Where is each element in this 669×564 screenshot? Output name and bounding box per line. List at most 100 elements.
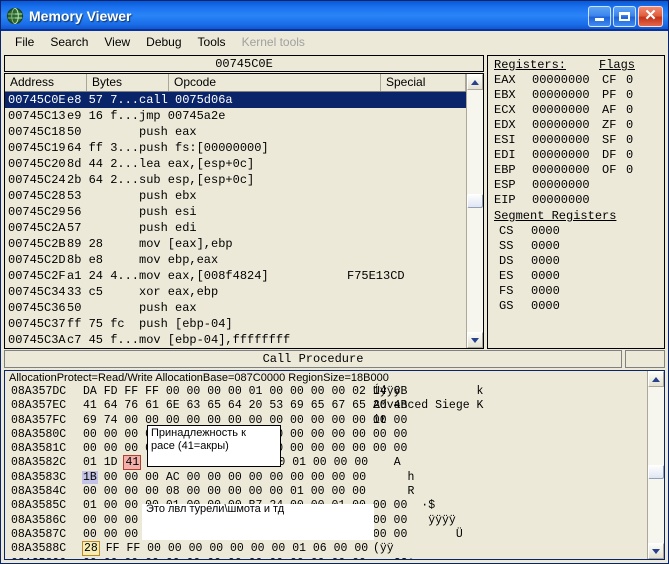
column-header-special[interactable]: Special [381, 74, 466, 91]
hexdump-bytes[interactable]: 41 64 76 61 6E 63 65 64 20 53 69 65 67 6… [83, 399, 407, 413]
hexdump-byte[interactable]: 00 [334, 542, 348, 555]
hexdump-byte[interactable]: 00 [251, 542, 265, 555]
register-value[interactable]: 00000000 [532, 118, 602, 133]
hexdump-byte-highlighted[interactable]: 28 [82, 541, 100, 557]
hexdump-bytes[interactable]: 1B 00 00 00 AC 00 00 00 00 00 00 00 00 0… [82, 470, 373, 485]
scroll-down-button[interactable] [467, 332, 483, 348]
flag-value[interactable]: 0 [626, 118, 633, 133]
segment-register-value[interactable]: 0000 [531, 269, 560, 284]
flag-value[interactable]: 0 [626, 133, 633, 148]
hexdump-byte[interactable]: 01 [292, 542, 306, 555]
hexdump-row[interactable]: 08A3581C00 00 00 00 00 00 00 00 00 00 00… [11, 442, 647, 456]
hexdump-byte[interactable]: FF [126, 542, 140, 555]
register-value[interactable]: 00000000 [532, 163, 602, 178]
column-header-bytes[interactable]: Bytes [87, 74, 169, 91]
hexdump-byte[interactable]: 01 [292, 456, 306, 469]
hex-scroll-track[interactable] [648, 387, 664, 543]
disassembly-row[interactable]: 00745C18 50 push eax [5, 124, 466, 140]
hexdump-row[interactable]: 08A3583C 1B 00 00 00 AC 00 00 00 00 00 00… [11, 470, 647, 485]
hexdump-byte-highlighted[interactable]: 1B [82, 470, 98, 484]
hexdump-byte[interactable]: 00 [168, 542, 182, 555]
hexdump-row[interactable]: 08A357DC DA FD FF FF 00 00 00 00 01 00 00… [11, 385, 647, 399]
menu-item-tools[interactable]: Tools [190, 33, 234, 51]
segment-register-value[interactable]: 0000 [531, 239, 560, 254]
register-value[interactable]: 00000000 [532, 103, 602, 118]
hexdump-byte[interactable]: 01 [83, 456, 97, 469]
disassembly-row[interactable]: 00745C13 e9 16 f... jmp 00745a2e [5, 108, 466, 124]
hexdump-bytes[interactable]: 28 FF FF 00 00 00 00 00 00 00 01 06 00 0… [82, 541, 373, 557]
hexdump-byte[interactable]: 00 [354, 456, 368, 469]
scroll-thumb[interactable] [467, 194, 483, 208]
hexdump-byte-highlighted[interactable]: 41 [123, 455, 142, 471]
segment-register-value[interactable]: 0000 [531, 224, 560, 239]
hexdump-byte[interactable]: 00 [249, 471, 263, 484]
disassembly-scrollbar[interactable] [466, 74, 483, 348]
hexdump-row[interactable]: 08A3589C00 00 00 00 00 00 00 00 00 00 00… [11, 557, 647, 559]
hexdump-byte[interactable]: 00 [187, 471, 201, 484]
scroll-track[interactable] [467, 90, 483, 332]
disassembly-row[interactable]: 00745C0E e8 57 7... call 0075d06a [5, 92, 466, 108]
hexdump-byte[interactable]: 00 [145, 471, 159, 484]
hexdump-byte[interactable]: 00 [313, 456, 327, 469]
hexdump-byte[interactable]: FF [106, 542, 120, 555]
hexdump-row[interactable]: 08A357FC 69 74 00 00 00 00 00 00 00 00 00… [11, 414, 647, 428]
hexdump-bytes[interactable]: DA FD FF FF 00 00 00 00 01 00 00 00 00 0… [83, 385, 407, 399]
hexdump-byte[interactable]: 06 [313, 542, 327, 555]
register-value[interactable]: 00000000 [532, 88, 602, 103]
disassembly-row[interactable]: 00745C2B 89 28 mov [eax],ebp [5, 236, 466, 252]
hex-scroll-down-button[interactable] [648, 543, 664, 559]
hexdump-byte[interactable]: 00 [354, 542, 368, 555]
disassembly-row[interactable]: 00745C19 64 ff 3... push fs:[00000000] [5, 140, 466, 156]
disassembly-row[interactable]: 00745C37 ff 75 fc push [ebp-04] [5, 316, 466, 332]
hexdump-byte[interactable]: 00 [230, 542, 244, 555]
disassembly-row[interactable]: 00745C2A 57 push edi [5, 220, 466, 236]
hexdump-byte[interactable]: 00 [269, 471, 283, 484]
column-header-address[interactable]: Address [5, 74, 87, 91]
register-value[interactable]: 00000000 [532, 193, 602, 208]
hexdump-row[interactable]: 08A3582C01 1D 41 00 01 00 00 00 00 00 01… [11, 455, 647, 471]
menu-item-view[interactable]: View [96, 33, 138, 51]
hexdump-scrollbar[interactable] [647, 371, 664, 559]
hexdump-bytes[interactable]: 00 00 00 00 00 00 00 00 00 00 00 00 00 0… [83, 557, 373, 559]
hexdump-byte[interactable]: 00 [207, 471, 221, 484]
maximize-button[interactable] [613, 5, 636, 27]
menu-item-file[interactable]: File [7, 33, 42, 51]
hexdump-row[interactable]: 08A3580C00 00 00 00 00 00 00 00 00 00 00… [11, 428, 647, 442]
disassembly-row[interactable]: 00745C29 56 push esi [5, 204, 466, 220]
disassembly-row[interactable]: 00745C24 2b 64 2... sub esp,[esp+0c] [5, 172, 466, 188]
hexdump-bytes[interactable]: 00 00 00 00 08 00 00 00 00 00 01 00 00 0… [83, 485, 373, 499]
menu-item-search[interactable]: Search [42, 33, 96, 51]
close-button[interactable]: ✕ [638, 5, 663, 27]
hexdump-byte[interactable]: 00 [104, 471, 118, 484]
flag-value[interactable]: 0 [626, 163, 633, 178]
segment-register-value[interactable]: 0000 [531, 254, 560, 269]
disassembly-row[interactable]: 00745C3A c7 45 f... mov [ebp-04],ffffffff [5, 332, 466, 348]
hexdump-byte[interactable]: 00 [228, 471, 242, 484]
hexdump-byte[interactable]: 00 [147, 542, 161, 555]
hexdump-byte[interactable]: AC [166, 471, 180, 484]
hexdump-byte[interactable]: 00 [352, 471, 366, 484]
disassembly-row[interactable]: 00745C28 53 push ebx [5, 188, 466, 204]
register-value[interactable]: 00000000 [532, 73, 602, 88]
hexdump-byte[interactable]: 00 [290, 471, 304, 484]
segment-register-value[interactable]: 0000 [531, 299, 560, 314]
hexdump-byte[interactable]: 00 [332, 471, 346, 484]
address-bar[interactable]: 00745C0E [4, 55, 484, 72]
minimize-button[interactable] [588, 5, 611, 27]
hexdump-byte[interactable]: 00 [311, 471, 325, 484]
disassembly-row[interactable]: 00745C2D 8b e8 mov ebp,eax [5, 252, 466, 268]
disassembly-row[interactable]: 00745C36 50 push eax [5, 300, 466, 316]
disassembly-row[interactable]: 00745C2F a1 24 4... mov eax,[008f4824] F75E… [5, 268, 466, 284]
flag-value[interactable]: 0 [626, 103, 633, 118]
hexdump-row[interactable]: 08A357EC 41 64 76 61 6E 63 65 64 20 53 69… [11, 399, 647, 413]
disassembly-row[interactable]: 00745C34 33 c5 xor eax,ebp [5, 284, 466, 300]
column-header-opcode[interactable]: Opcode [169, 74, 381, 91]
segment-register-value[interactable]: 0000 [531, 284, 560, 299]
hexdump-row[interactable]: 08A3588C 28 FF FF 00 00 00 00 00 00 00 01… [11, 541, 647, 557]
flag-value[interactable]: 0 [626, 73, 633, 88]
hexdump-byte[interactable]: 00 [334, 456, 348, 469]
disassembly-row[interactable]: 00745C20 8d 44 2... lea eax,[esp+0c] [5, 156, 466, 172]
flag-value[interactable]: 0 [626, 88, 633, 103]
menu-item-debug[interactable]: Debug [138, 33, 189, 51]
hexdump-byte[interactable]: 00 [271, 542, 285, 555]
